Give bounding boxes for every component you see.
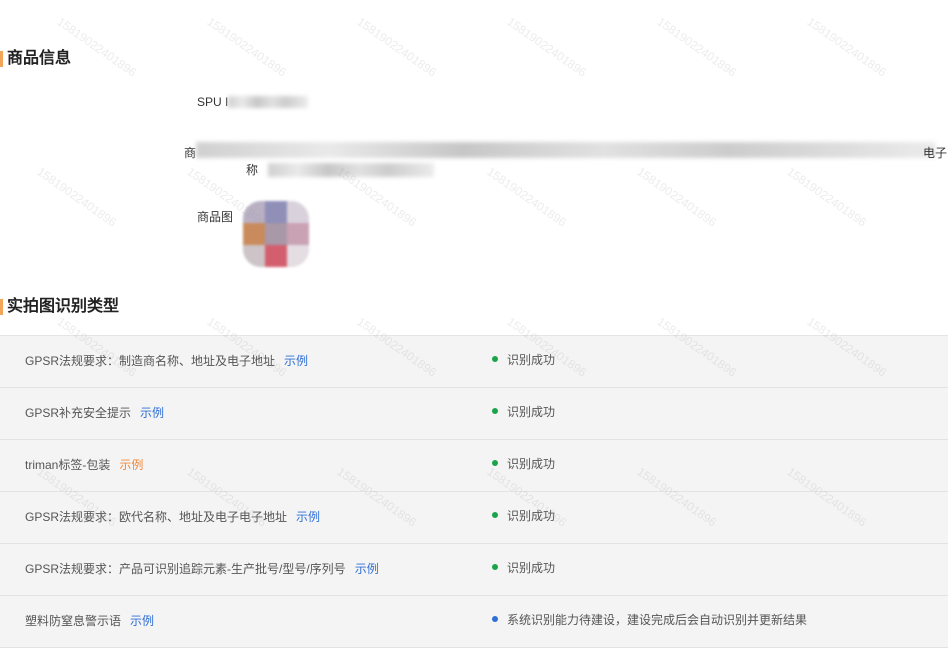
requirement-cell: GPSR法规要求：欧代名称、地址及电子电子地址 示例 [25, 510, 320, 524]
status-dot [492, 460, 498, 466]
example-link[interactable]: 示例 [284, 354, 308, 368]
status-cell: 识别成功 [492, 405, 555, 419]
table-row: GPSR法规要求：欧代名称、地址及电子电子地址 示例 识别成功 [0, 492, 948, 544]
status-text: 识别成功 [507, 561, 556, 575]
watermark-text: 15819022401896 [804, 14, 890, 80]
watermark-text: 15819022401896 [654, 14, 740, 80]
status-cell: 识别成功 [492, 509, 555, 523]
requirement-cell: GPSR法规要求：产品可识别追踪元素-生产批号/型号/序列号 示例 [25, 562, 379, 576]
watermark-text: 15819022401896 [54, 14, 140, 80]
requirement-cell: triman标签-包装 示例 [25, 458, 143, 472]
status-text: 识别成功 [507, 457, 556, 471]
example-link[interactable]: 示例 [296, 510, 320, 524]
table-row: triman标签-包装 示例 识别成功 [0, 440, 948, 492]
example-link[interactable]: 示例 [130, 614, 154, 628]
table-row: GPSR法规要求：产品可识别追踪元素-生产批号/型号/序列号 示例 识别成功 [0, 544, 948, 596]
requirement-cell: GPSR补充安全提示 示例 [25, 406, 164, 420]
page: 商品信息 SPU I 商 称 电子 商品图 实拍图识别类型 GPSR法规要求：制… [0, 0, 948, 652]
product-name-value-redacted-line2 [268, 163, 434, 177]
status-cell: 系统识别能力待建设，建设完成后会自动识别并更新结果 [492, 613, 807, 627]
status-cell: 识别成功 [492, 457, 555, 471]
requirement-text: GPSR补充安全提示 [25, 406, 132, 420]
status-dot [492, 616, 498, 622]
watermark-text: 15819022401896 [204, 14, 290, 80]
example-link[interactable]: 示例 [119, 458, 143, 472]
watermark-text: 15819022401896 [784, 164, 870, 230]
watermark-text: 15819022401896 [354, 14, 440, 80]
status-text: 识别成功 [507, 405, 556, 419]
status-cell: 识别成功 [492, 561, 555, 575]
table-row: 塑料防窒息警示语 示例 系统识别能力待建设，建设完成后会自动识别并更新结果 [0, 596, 948, 648]
requirement-text: 塑料防窒息警示语 [25, 614, 122, 628]
example-link[interactable]: 示例 [355, 562, 379, 576]
table-row: GPSR补充安全提示 示例 识别成功 [0, 388, 948, 440]
product-image-label: 商品图 [197, 210, 234, 224]
spu-id-label: SPU I [197, 95, 229, 109]
status-text: 识别成功 [507, 353, 556, 367]
product-name-label-end: 称 [246, 163, 259, 177]
status-cell: 识别成功 [492, 353, 555, 367]
example-link[interactable]: 示例 [140, 406, 164, 420]
recognition-table: GPSR法规要求：制造商名称、地址及电子地址 示例 识别成功 GPSR补充安全提示… [0, 335, 948, 648]
requirement-text: GPSR法规要求：制造商名称、地址及电子地址 [25, 354, 276, 368]
watermark-text: 15819022401896 [504, 14, 590, 80]
table-row: GPSR法规要求：制造商名称、地址及电子地址 示例 识别成功 [0, 336, 948, 388]
status-dot [492, 408, 498, 414]
product-name-value-redacted [196, 142, 936, 158]
spu-id-value-redacted [228, 96, 308, 108]
requirement-text: triman标签-包装 [25, 458, 111, 472]
status-text: 识别成功 [507, 509, 556, 523]
requirement-cell: 塑料防窒息警示语 示例 [25, 614, 154, 628]
product-image-thumbnail[interactable] [243, 201, 309, 267]
product-name-trailing-text: 电子 [923, 146, 948, 160]
status-dot [492, 564, 498, 570]
watermark-text: 15819022401896 [484, 164, 570, 230]
requirement-cell: GPSR法规要求：制造商名称、地址及电子地址 示例 [25, 354, 308, 368]
status-text: 系统识别能力待建设，建设完成后会自动识别并更新结果 [507, 613, 808, 627]
product-name-label-start: 商 [184, 146, 197, 160]
requirement-text: GPSR法规要求：产品可识别追踪元素-生产批号/型号/序列号 [25, 562, 346, 576]
status-dot [492, 512, 498, 518]
section-title-photo-recognition: 实拍图识别类型 [0, 297, 119, 317]
requirement-text: GPSR法规要求：欧代名称、地址及电子电子地址 [25, 510, 288, 524]
watermark-text: 15819022401896 [634, 164, 720, 230]
status-dot [492, 356, 498, 362]
watermark-text: 15819022401896 [34, 164, 120, 230]
section-title-product-info: 商品信息 [0, 49, 71, 69]
